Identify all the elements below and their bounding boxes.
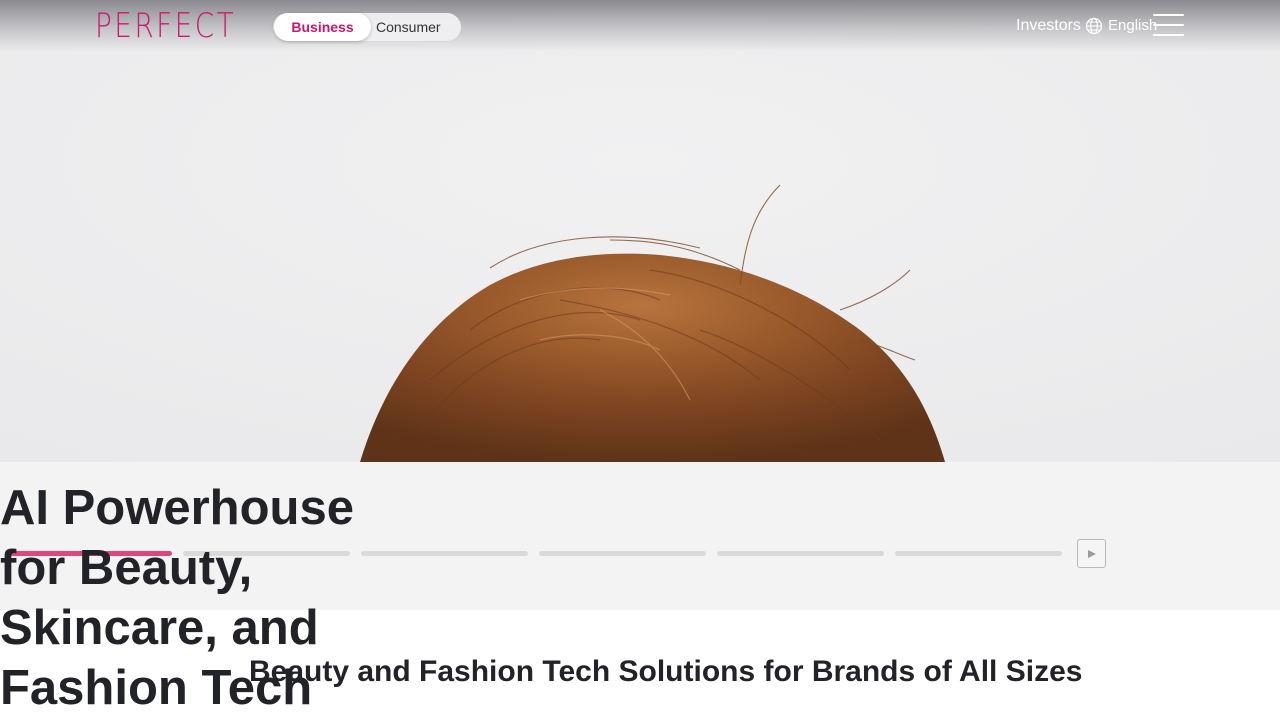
play-button[interactable] <box>1077 539 1106 568</box>
play-icon <box>1088 550 1096 558</box>
perfect-logo[interactable]: PERFECT <box>95 8 234 44</box>
top-navigation-bar: PERFECT Business Consumer Investors Engl… <box>0 0 1280 52</box>
globe-icon[interactable] <box>1085 17 1103 35</box>
section-title: Beauty and Fashion Tech Solutions for Br… <box>249 655 1083 688</box>
consumer-tab[interactable]: Consumer <box>373 13 446 41</box>
hero-photo-hair <box>0 0 1280 462</box>
investors-link[interactable]: Investors <box>1016 14 1081 38</box>
business-consumer-toggle: Business Consumer <box>273 13 461 41</box>
progress-segment[interactable] <box>717 551 884 556</box>
progress-segment[interactable] <box>361 551 528 556</box>
business-tab[interactable]: Business <box>274 13 371 41</box>
progress-segment[interactable] <box>539 551 706 556</box>
hero-image <box>0 0 1280 462</box>
hamburger-menu-icon[interactable] <box>1153 14 1185 38</box>
progress-segment[interactable] <box>895 551 1062 556</box>
language-selector[interactable]: English <box>1108 14 1157 38</box>
